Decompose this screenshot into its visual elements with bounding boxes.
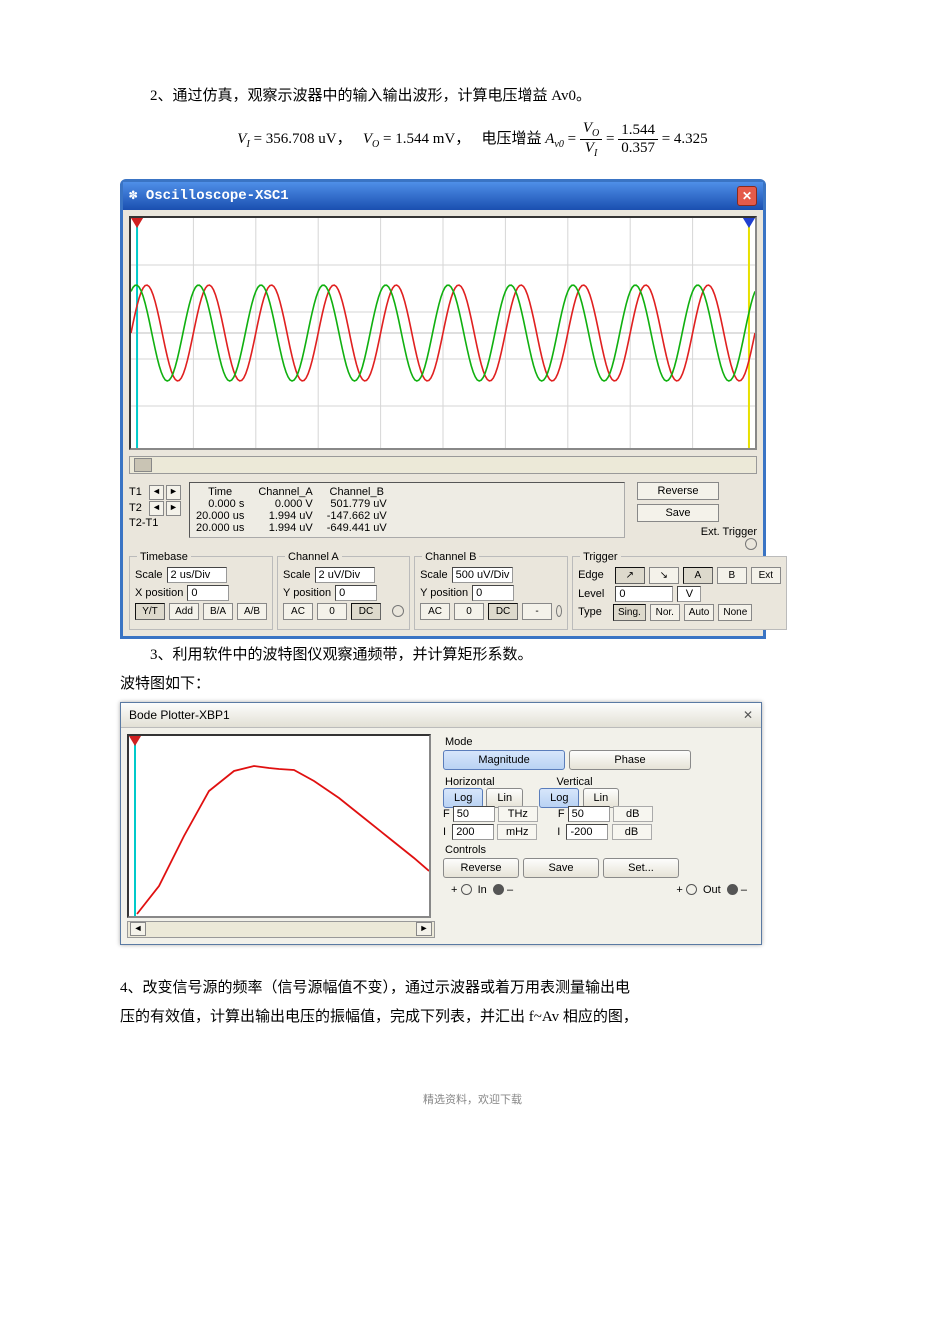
hi-value[interactable]: 200 [452,824,494,840]
cursor-labels: T1 ◄► T2 ◄► T2-T1 [129,482,185,530]
chb-ypos[interactable]: 0 [472,585,514,601]
reverse-button[interactable]: Reverse [637,482,719,500]
t2-left[interactable]: ◄ [149,501,164,516]
paragraph-3b: 波特图如下： [120,672,825,698]
t2-right[interactable]: ► [166,501,181,516]
ba-button[interactable]: B/A [203,603,233,620]
formula-gain: VI = 356.708 uV， VO = 1.544 mV， 电压增益 Av0… [120,114,825,173]
v-log[interactable]: Log [539,788,579,808]
cursor-readout: Time 0.000 s 20.000 us 20.000 us Channel… [189,482,625,538]
bode-scroll-right[interactable]: ► [416,922,432,936]
group-trigger: Trigger Edge ↗ ↘ A B Ext Level 0 V Type [572,556,787,630]
osc-scrollbar[interactable] [129,456,757,474]
hf-value[interactable]: 50 [453,806,495,822]
v-lin[interactable]: Lin [583,788,620,808]
trig-level-unit[interactable]: V [677,586,701,602]
chb-scale[interactable]: 500 uV/Div [452,567,514,583]
bode-window: Bode Plotter-XBP1✕ ◄ ► Mode Magnitude Ph… [120,702,762,945]
trig-nor[interactable]: Nor. [650,604,680,621]
bode-reverse[interactable]: Reverse [443,858,519,878]
cha-zero[interactable]: 0 [317,603,347,620]
hi-unit[interactable]: mHz [497,824,537,840]
bode-set[interactable]: Set... [603,858,679,878]
page-footer: 精选资料，欢迎下载 [120,1091,825,1107]
timebase-scale[interactable]: 2 us/Div [167,567,227,583]
magnitude-button[interactable]: Magnitude [443,750,565,770]
save-button[interactable]: Save [637,504,719,522]
vi-value[interactable]: -200 [566,824,608,840]
bode-screen [127,734,431,918]
group-timebase: Timebase Scale 2 us/Div X position 0 Y/T… [129,556,273,630]
trig-sing[interactable]: Sing. [613,604,646,621]
bode-scroll-left[interactable]: ◄ [130,922,146,936]
trig-none[interactable]: None [718,604,752,621]
chb-ac[interactable]: AC [420,603,450,620]
t1-right[interactable]: ► [166,485,181,500]
edge-fall[interactable]: ↘ [649,567,679,584]
osc-titlebar[interactable]: ✽ Oscilloscope-XSC1 ✕ [123,182,763,210]
chb-dc[interactable]: DC [488,603,518,620]
vf-unit[interactable]: dB [613,806,653,822]
paragraph-2: 2、通过仿真，观察示波器中的输入输出波形，计算电压增益 Av0。 [120,84,825,110]
cha-ypos[interactable]: 0 [335,585,377,601]
ext-trigger-radio[interactable] [745,538,757,550]
hf-unit[interactable]: THz [498,806,538,822]
osc-screen [129,216,757,450]
chb-radio[interactable] [556,605,562,617]
h-lin[interactable]: Lin [486,788,523,808]
trig-level[interactable]: 0 [615,586,673,602]
trig-auto[interactable]: Auto [684,604,715,621]
bode-close-icon[interactable]: ✕ [743,708,753,722]
cha-dc[interactable]: DC [351,603,381,620]
close-icon[interactable]: ✕ [737,186,757,206]
out-minus-icon [727,884,738,895]
paragraph-3: 3、利用软件中的波特图仪观察通频带，并计算矩形系数。 [120,643,825,669]
mode-label: Mode [445,736,755,748]
chb-zero[interactable]: 0 [454,603,484,620]
add-button[interactable]: Add [169,603,199,620]
trig-b[interactable]: B [717,567,747,584]
cha-scale[interactable]: 2 uV/Div [315,567,375,583]
t1-left[interactable]: ◄ [149,485,164,500]
vf-value[interactable]: 50 [568,806,610,822]
chb-minus[interactable]: - [522,603,552,620]
yt-button[interactable]: Y/T [135,603,165,620]
ab-button[interactable]: A/B [237,603,267,620]
in-plus-icon [461,884,472,895]
cha-ac[interactable]: AC [283,603,313,620]
group-channel-a: Channel A Scale 2 uV/Div Y position 0 AC… [277,556,410,630]
paragraph-4b: 压的有效值，计算出输出电压的振幅值，完成下列表，并汇出 f~Av 相应的图， [120,1005,825,1031]
out-plus-icon [686,884,697,895]
edge-rise[interactable]: ↗ [615,567,645,584]
bode-save[interactable]: Save [523,858,599,878]
group-channel-b: Channel B Scale 500 uV/Div Y position 0 … [414,556,568,630]
h-log[interactable]: Log [443,788,483,808]
oscilloscope-window: ✽ Oscilloscope-XSC1 ✕ [120,179,766,639]
in-minus-icon [493,884,504,895]
ext-trigger-label: Ext. Trigger [701,526,757,538]
paragraph-4a: 4、改变信号源的频率（信号源幅值不变），通过示波器或着万用表测量输出电 [120,976,825,1002]
timebase-xpos[interactable]: 0 [187,585,229,601]
vi-unit[interactable]: dB [612,824,652,840]
bode-titlebar[interactable]: Bode Plotter-XBP1✕ [121,703,761,728]
cha-radio[interactable] [392,605,404,617]
trig-ext[interactable]: Ext [751,567,781,584]
phase-button[interactable]: Phase [569,750,691,770]
bode-scrollbar[interactable]: ◄ ► [127,921,435,938]
trig-a[interactable]: A [683,567,713,584]
